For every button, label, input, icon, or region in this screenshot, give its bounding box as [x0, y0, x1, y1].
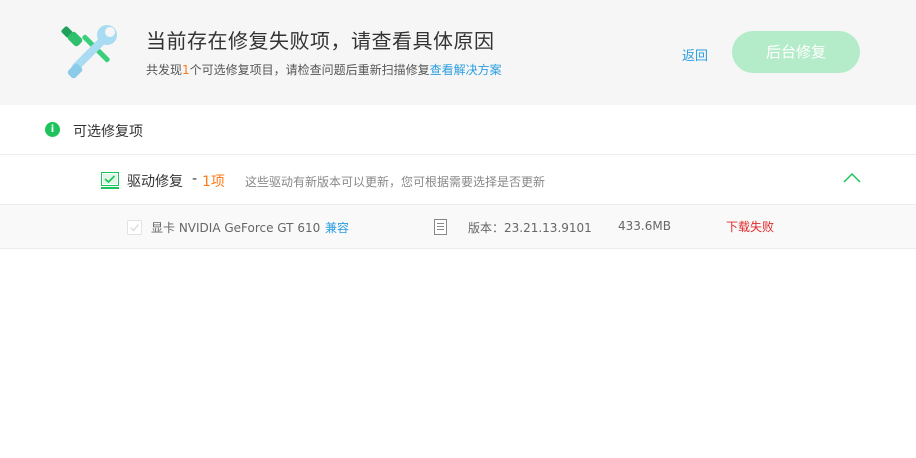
group-separator: - [192, 171, 198, 187]
group-description: 这些驱动有新版本可以更新，您可根据需要选择是否更新 [245, 175, 546, 189]
checkmark-icon [130, 224, 140, 232]
driver-name: 显卡 NVIDIA GeForce GT 610 [151, 221, 321, 235]
view-solution-link[interactable]: 查看解决方案 [430, 63, 502, 77]
group-count: 1项 [202, 174, 225, 190]
page-title: 当前存在修复失败项，请查看具体原因 [146, 29, 495, 53]
subtitle-count: 1 [182, 63, 190, 77]
driver-version: 版本：23.21.13.9101 [468, 221, 592, 235]
subtitle-prefix: 共发现 [146, 63, 183, 77]
info-icon: i [45, 122, 60, 137]
chevron-up-icon[interactable] [843, 172, 861, 184]
repair-tools-icon [61, 25, 117, 79]
background-repair-button[interactable]: 后台修复 [732, 31, 860, 73]
driver-monitor-icon [101, 172, 119, 189]
group-name: 驱动修复 [127, 174, 183, 190]
subtitle-middle: 个可选修复项目，请检查问题后重新扫描修复 [189, 63, 430, 77]
section-title: 可选修复项 [73, 124, 143, 140]
compatibility-link[interactable]: 兼容 [325, 219, 349, 236]
driver-item-row: 显卡 NVIDIA GeForce GT 610 兼容 版本：23.21.13.… [0, 205, 916, 249]
driver-repair-group[interactable]: 驱动修复 - 1项 这些驱动有新版本可以更新，您可根据需要选择是否更新 [0, 155, 916, 205]
header-bar: 当前存在修复失败项，请查看具体原因 共发现1个可选修复项目，请检查问题后重新扫描… [0, 0, 916, 105]
driver-checkbox[interactable] [127, 220, 142, 235]
document-icon[interactable] [434, 219, 447, 235]
back-link[interactable]: 返回 [682, 45, 708, 64]
driver-status: 下载失败 [726, 220, 775, 234]
optional-repair-section-header: i 可选修复项 [0, 105, 916, 155]
driver-size: 433.6MB [618, 219, 671, 233]
header-subtitle: 共发现1个可选修复项目，请检查问题后重新扫描修复查看解决方案 [146, 61, 502, 78]
